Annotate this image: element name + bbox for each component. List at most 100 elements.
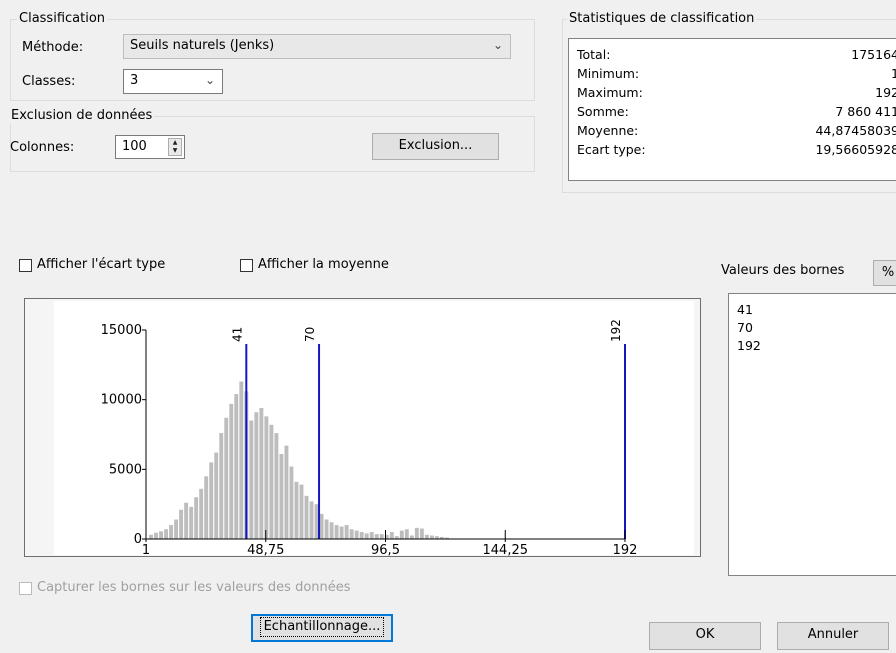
snap-breaks-label: Capturer les bornes sur les valeurs des … — [37, 580, 351, 595]
histogram-bar — [329, 522, 334, 539]
sampling-label: Echantillonnage... — [259, 617, 385, 637]
histogram-bar — [304, 495, 309, 539]
breaks-title: Valeurs des bornes — [721, 263, 845, 278]
histogram-bar — [334, 525, 339, 539]
histogram-bar — [379, 534, 384, 539]
percent-button[interactable]: % — [873, 260, 896, 286]
x-tick-label: 1 — [142, 543, 150, 558]
histogram-bar — [214, 452, 219, 539]
histogram-bar — [264, 416, 269, 539]
histogram-bar — [324, 519, 329, 539]
histogram-bar — [199, 488, 204, 539]
classes-label: Classes: — [22, 74, 76, 89]
chevron-down-icon: ⌄ — [492, 38, 503, 52]
histogram-bar — [369, 532, 374, 539]
stats-label: Maximum: — [577, 85, 643, 100]
stats-row: Ecart type: 19,56605928 — [577, 142, 896, 160]
break-value-item[interactable]: 192 — [737, 338, 761, 354]
break-label: 41 — [230, 327, 244, 342]
method-value: Seuils naturels (Jenks) — [130, 38, 275, 53]
classification-group: Classification — [10, 11, 535, 101]
classes-select[interactable]: 3 ⌄ — [123, 69, 223, 94]
histogram-bar — [429, 535, 434, 539]
snap-breaks-checkbox — [19, 582, 32, 595]
histogram-bar — [399, 530, 404, 539]
histogram-bar — [224, 417, 229, 539]
ok-button[interactable]: OK — [649, 622, 761, 650]
histogram-bar — [309, 501, 314, 539]
histogram-bar — [229, 403, 234, 539]
histogram-bar — [374, 534, 379, 539]
histogram-bar — [354, 530, 359, 539]
columns-label: Colonnes: — [10, 140, 75, 155]
show-mean-checkbox[interactable] — [240, 259, 253, 272]
chevron-down-icon[interactable]: ▼ — [169, 147, 181, 155]
chart-plot-background — [54, 301, 694, 555]
histogram-bar — [189, 506, 194, 539]
exclusion-button[interactable]: Exclusion... — [372, 133, 499, 160]
stats-value: 44,87458039 — [815, 123, 896, 138]
method-select[interactable]: Seuils naturels (Jenks) ⌄ — [123, 34, 511, 59]
columns-stepper[interactable]: 100 ▲ ▼ — [115, 135, 185, 159]
stats-panel: Total: 175164 Minimum: 1 Maximum: 192 So… — [568, 38, 896, 181]
histogram-bar — [239, 381, 244, 539]
show-mean-label[interactable]: Afficher la moyenne — [258, 257, 389, 273]
stepper-arrows[interactable]: ▲ ▼ — [168, 138, 182, 156]
y-tick-label: 0 — [134, 532, 142, 547]
histogram-bar — [289, 466, 294, 539]
histogram-bar — [249, 420, 254, 539]
histogram-bar — [424, 534, 429, 539]
break-value-item[interactable]: 70 — [737, 320, 753, 336]
histogram-bar — [159, 531, 163, 539]
histogram-bar — [279, 454, 284, 539]
histogram-bar — [349, 529, 354, 539]
histogram-bar — [389, 532, 394, 539]
histogram-bar — [419, 528, 424, 539]
stats-value: 7 860 411 — [835, 104, 896, 119]
columns-value: 100 — [122, 139, 147, 154]
break-label: 70 — [303, 327, 317, 342]
histogram-bar — [184, 502, 189, 539]
histogram-bar — [359, 532, 364, 539]
histogram-bar — [344, 525, 349, 539]
stats-label: Ecart type: — [577, 142, 646, 157]
chevron-up-icon[interactable]: ▲ — [169, 139, 181, 147]
show-std-checkbox[interactable] — [19, 259, 32, 272]
breaks-list[interactable]: 41 70 192 — [728, 293, 896, 576]
break-value-item[interactable]: 41 — [737, 302, 753, 318]
histogram-bar — [179, 509, 184, 539]
histogram-bar — [284, 445, 289, 539]
exclusion-title: Exclusion de données — [9, 108, 155, 124]
stats-label: Total: — [577, 47, 611, 62]
histogram-bar — [174, 519, 179, 539]
stats-value: 192 — [875, 85, 896, 100]
histogram-bar — [294, 481, 299, 539]
histogram-bar — [409, 535, 414, 539]
stats-title: Statistiques de classification — [567, 11, 757, 27]
histogram-bar — [234, 394, 239, 539]
histogram-bar — [339, 526, 344, 539]
break-label: 192 — [609, 319, 623, 342]
histogram-bar — [414, 527, 419, 539]
stats-label: Minimum: — [577, 66, 640, 81]
y-tick-label: 10000 — [101, 393, 142, 408]
histogram-bar — [269, 424, 274, 539]
x-tick-label: 48,75 — [247, 543, 284, 558]
stats-value: 19,56605928 — [815, 142, 896, 157]
classification-title: Classification — [17, 11, 108, 27]
histogram-bar — [259, 408, 264, 539]
histogram-bar — [149, 534, 153, 539]
show-std-label[interactable]: Afficher l'écart type — [37, 257, 165, 273]
stats-row: Somme: 7 860 411 — [577, 104, 896, 122]
histogram-chart[interactable]: 41 70 192 0 5000 10000 15000 1 48,75 96,5 144,25 1… — [24, 298, 702, 578]
stats-value: 1 — [891, 66, 896, 81]
cancel-button[interactable]: Annuler — [777, 622, 889, 650]
sampling-button[interactable]: Echantillonnage... — [251, 614, 393, 642]
stats-label: Moyenne: — [577, 123, 639, 138]
y-tick-label: 15000 — [101, 323, 142, 338]
histogram-bar — [204, 476, 209, 539]
x-tick-label: 192 — [613, 543, 638, 558]
histogram-bar — [254, 412, 259, 539]
stats-row: Moyenne: 44,87458039 — [577, 123, 896, 141]
histogram-bar — [209, 462, 214, 539]
